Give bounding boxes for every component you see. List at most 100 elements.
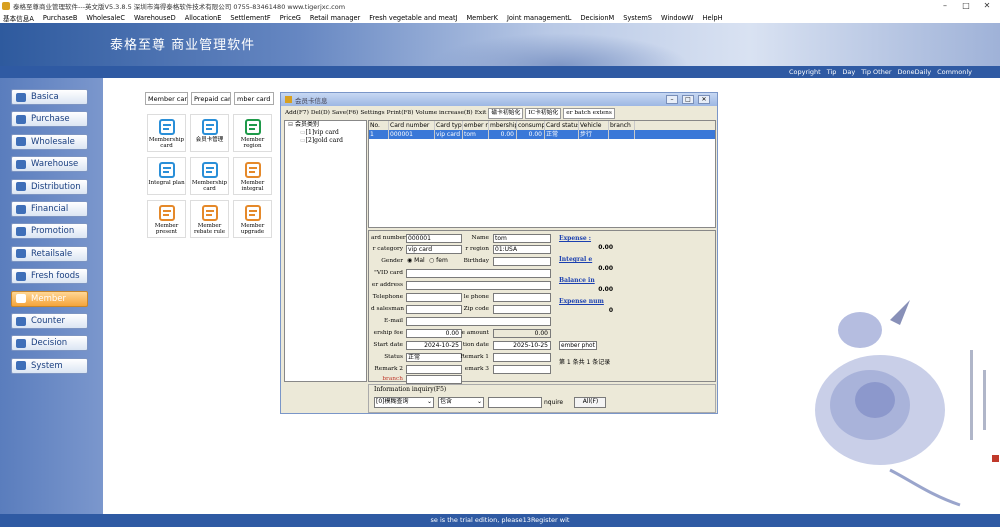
mobile-field[interactable] xyxy=(493,293,551,302)
tile-chart-card[interactable]: 会员卡管理 xyxy=(190,114,229,152)
member-photo-button[interactable]: ember phot xyxy=(559,341,597,350)
integral-link[interactable]: Integral e xyxy=(559,256,592,263)
start-date-field[interactable]: 2024-10-25 xyxy=(406,341,462,350)
birthday-field[interactable] xyxy=(493,257,551,266)
sidebar-item-counter[interactable]: Counter xyxy=(11,313,88,329)
quickbar-item[interactable]: Copyright xyxy=(789,68,821,76)
expire-date-field[interactable]: 2025-10-25 xyxy=(493,341,551,350)
telephone-field[interactable] xyxy=(406,293,462,302)
column-header[interactable]: mbership fe xyxy=(489,121,517,130)
sidebar-item-financial[interactable]: Financial xyxy=(11,201,88,217)
tab-prepaid-card[interactable]: Prepaid card xyxy=(191,92,231,105)
inquiry-op-select[interactable]: 包含 ⌄ xyxy=(438,397,484,408)
tile-card[interactable]: Integral plan xyxy=(147,157,186,195)
quickbar-item[interactable]: DoneDaily xyxy=(898,68,932,76)
toolbar-button[interactable]: er batch extens xyxy=(563,107,615,119)
inquiry-input[interactable] xyxy=(488,397,542,408)
toolbar-button[interactable]: Add(F7) xyxy=(285,110,309,116)
sidebar-item-warehouse[interactable]: Warehouse xyxy=(11,156,88,173)
menu-item[interactable]: SystemS xyxy=(623,14,652,22)
menu-item[interactable]: HelpH xyxy=(703,14,723,22)
tree-root[interactable]: ⊟ 会员类别 xyxy=(285,121,366,129)
branch-field[interactable] xyxy=(406,375,462,384)
tile-list[interactable]: Member integral xyxy=(233,157,272,195)
toolbar-button[interactable]: Save(F6) xyxy=(332,110,358,116)
column-header[interactable]: Card number xyxy=(389,121,435,130)
remark2-field[interactable] xyxy=(406,365,462,374)
sidebar-item-wholesale[interactable]: Wholesale xyxy=(11,133,88,150)
address-field[interactable] xyxy=(406,281,551,290)
tile-globe[interactable]: Member region xyxy=(233,114,272,152)
quickbar-item[interactable]: Tip Other xyxy=(861,68,891,76)
quickbar-item[interactable]: Day xyxy=(842,68,855,76)
menu-item[interactable]: AllocationE xyxy=(185,14,222,22)
sidebar-item-promotion[interactable]: Promotion xyxy=(11,223,88,240)
vid-card-field[interactable] xyxy=(406,269,551,278)
tile-document[interactable]: Member rebate rule xyxy=(190,200,229,238)
toolbar-button[interactable]: Settings xyxy=(360,110,384,116)
region-field[interactable]: 01:USA xyxy=(493,245,551,254)
minimize-button[interactable]: – xyxy=(937,0,953,12)
gender-radio-male[interactable]: ◉ Mal xyxy=(407,257,425,264)
zip-field[interactable] xyxy=(493,305,551,314)
tile-gift[interactable]: Member present xyxy=(147,200,186,238)
column-header[interactable]: No. xyxy=(369,121,389,130)
category-field[interactable]: vip card xyxy=(406,245,462,254)
toolbar-button[interactable]: Del(D) xyxy=(311,110,330,116)
quickbar-item[interactable]: Commonly xyxy=(937,68,972,76)
sidebar-item-member[interactable]: Member xyxy=(11,290,88,307)
expense-link[interactable]: Expense : xyxy=(559,235,591,242)
sidebar-item-fresh-foods[interactable]: Fresh foods xyxy=(11,268,88,285)
all-button[interactable]: All(F) xyxy=(574,397,606,408)
column-header[interactable]: Vehicle xyxy=(579,121,609,130)
menu-item[interactable]: WarehouseD xyxy=(134,14,176,22)
dialog-close-button[interactable]: ✕ xyxy=(698,95,710,104)
menu-item[interactable]: WindowW xyxy=(661,14,694,22)
close-button[interactable]: ✕ xyxy=(979,0,995,12)
sidebar-item-system[interactable]: System xyxy=(11,357,88,374)
salesman-field[interactable] xyxy=(406,305,462,314)
menu-item[interactable]: 基本信息A xyxy=(3,13,34,23)
menu-item[interactable]: MemberK xyxy=(466,14,497,22)
menu-item[interactable]: SettlementF xyxy=(230,14,270,22)
column-header[interactable]: branch xyxy=(609,121,635,130)
toolbar-button[interactable]: Print(F8) xyxy=(387,110,414,116)
tree-item-gold[interactable]: ▭[2]gold card xyxy=(285,137,366,145)
toolbar-button[interactable]: IC卡初始化 xyxy=(525,107,562,119)
sidebar-item-decision[interactable]: Decision xyxy=(11,335,88,352)
email-field[interactable] xyxy=(406,317,551,326)
status-field[interactable]: 正常 xyxy=(406,353,462,362)
toolbar-button[interactable]: Volume increase(B) xyxy=(416,110,473,116)
toolbar-button[interactable]: 磁卡初始化 xyxy=(488,107,524,119)
dialog-maximize-button[interactable]: □ xyxy=(682,95,694,104)
remark1-field[interactable] xyxy=(493,353,551,362)
name-field[interactable]: tom xyxy=(493,234,551,243)
column-header[interactable]: Card type xyxy=(435,121,463,130)
column-header[interactable]: consumptio xyxy=(517,121,545,130)
table-row[interactable]: 1 000001 vip card tom 0.00 0.00 正常 步行 xyxy=(369,130,715,139)
sidebar-item-purchase[interactable]: Purchase xyxy=(11,111,88,128)
tile-upgrade[interactable]: Member upgrade xyxy=(233,200,272,238)
menu-item[interactable]: DecisionM xyxy=(580,14,614,22)
card-number-field[interactable]: 000001 xyxy=(406,234,462,243)
column-header[interactable]: Card status xyxy=(545,121,579,130)
tile-refresh-card[interactable]: Membership card xyxy=(147,114,186,152)
remark3-field[interactable] xyxy=(493,365,551,374)
sidebar-item-basica[interactable]: Basica xyxy=(11,89,88,105)
fee-field[interactable]: 0.00 xyxy=(406,329,462,338)
menu-item[interactable]: PriceG xyxy=(280,14,301,22)
gender-radio-female[interactable]: ○ fem xyxy=(429,257,448,264)
menu-item[interactable]: Joint managementL xyxy=(507,14,572,22)
quickbar-item[interactable]: Tip xyxy=(827,68,837,76)
expense-num-link[interactable]: Expense num xyxy=(559,298,604,305)
inquiry-field-select[interactable]: [0]模糊查询 ⌄ xyxy=(374,397,434,408)
balance-link[interactable]: Balance in xyxy=(559,277,595,284)
sidebar-item-distribution[interactable]: Distribution xyxy=(11,178,88,195)
sidebar-item-retailsale[interactable]: Retailsale xyxy=(11,245,88,262)
maximize-button[interactable]: □ xyxy=(958,0,974,12)
tab-member-card[interactable]: Member card xyxy=(145,92,188,105)
column-header[interactable]: ember nam xyxy=(463,121,489,130)
tab-member-card-report[interactable]: mber card re xyxy=(234,92,274,105)
menu-item[interactable]: WholesaleC xyxy=(86,14,125,22)
menu-item[interactable]: PurchaseB xyxy=(43,14,77,22)
